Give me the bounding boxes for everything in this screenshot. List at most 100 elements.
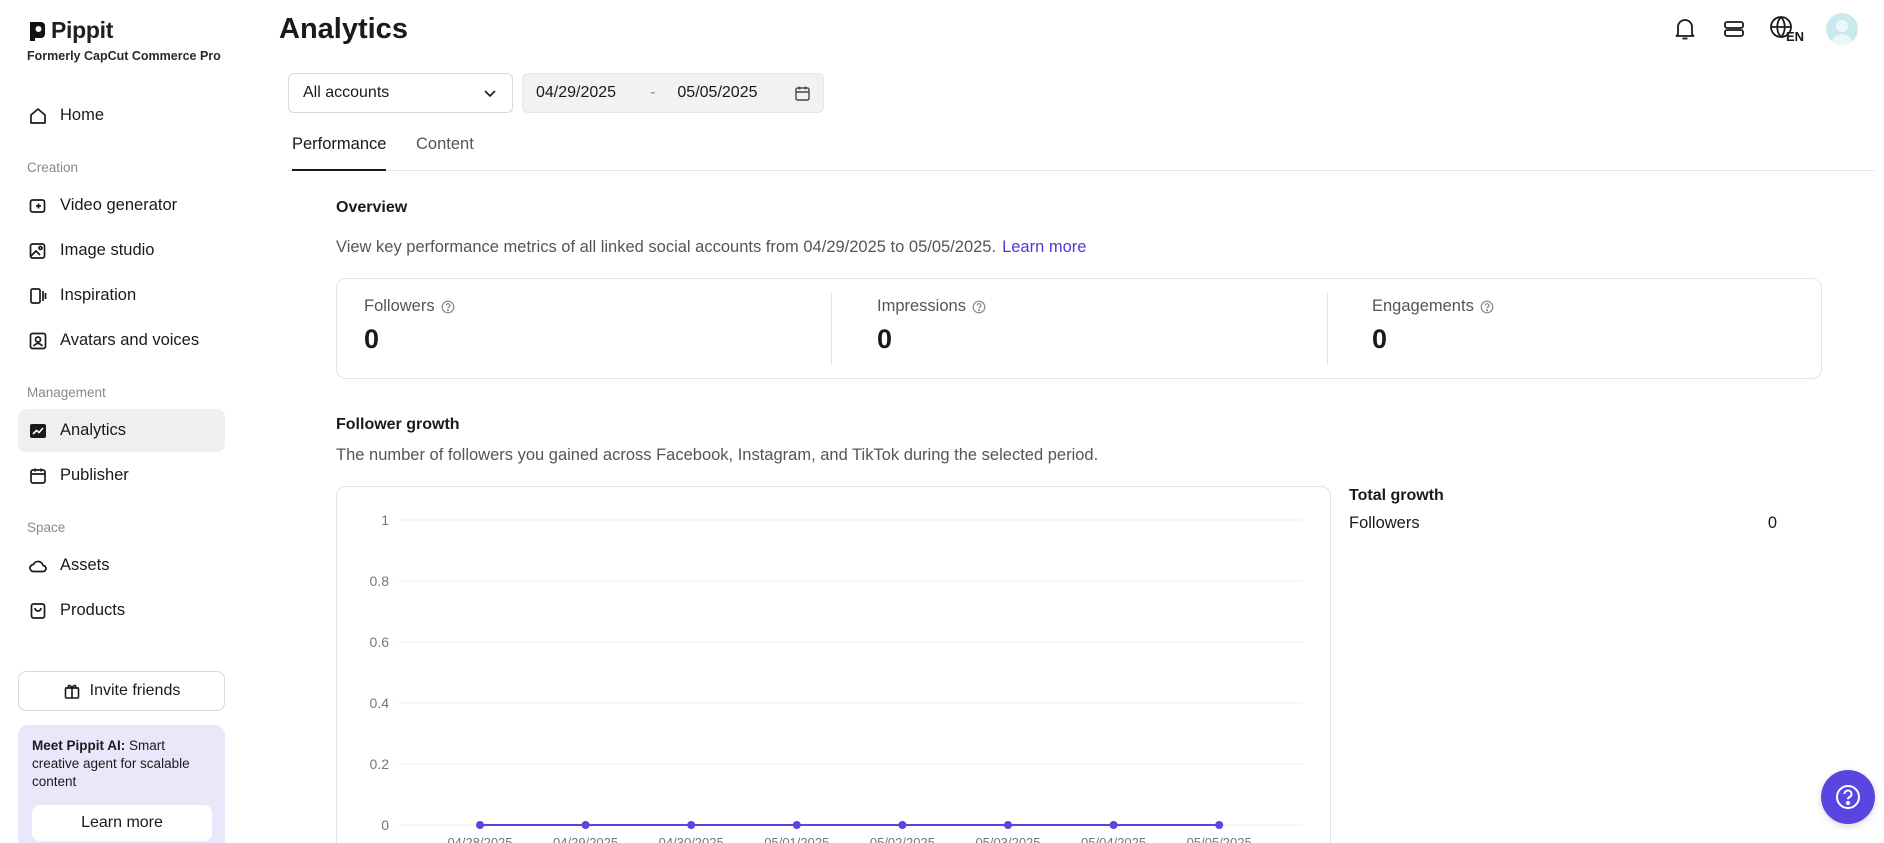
notifications-button[interactable]: [1671, 15, 1699, 43]
sidebar-item-label: Assets: [60, 556, 110, 574]
stack-icon: [1724, 21, 1744, 37]
data-point: [1109, 821, 1118, 829]
sidebar-item-publisher[interactable]: Publisher: [18, 454, 225, 497]
sidebar-item-home[interactable]: Home: [18, 94, 225, 137]
cloud-icon: [29, 560, 47, 572]
y-tick-label: 0.4: [370, 695, 390, 711]
chart-icon: [30, 423, 46, 438]
date-end[interactable]: 05/05/2025: [677, 84, 757, 102]
sidebar-item-label: Publisher: [60, 466, 129, 484]
data-point: [898, 821, 907, 829]
sidebar-item-analytics[interactable]: Analytics: [18, 409, 225, 452]
data-point: [1004, 821, 1012, 829]
calendar-icon: [795, 86, 810, 101]
data-point: [476, 821, 484, 829]
y-tick-label: 0.6: [370, 634, 390, 650]
video-plus-icon: [29, 198, 46, 213]
y-tick-label: 0.8: [370, 573, 390, 589]
tab-performance[interactable]: Performance: [292, 134, 387, 171]
x-tick-label: 05/02/2025: [870, 835, 935, 843]
question-icon: [1836, 785, 1860, 809]
x-tick-label: 05/05/2025: [1187, 835, 1252, 843]
top-toolbar: EN: [1671, 13, 1858, 45]
account-select-value: All accounts: [303, 84, 390, 101]
language-code: EN: [1786, 29, 1805, 44]
sidebar-item-inspiration[interactable]: Inspiration: [18, 274, 225, 317]
follower-growth-chart-svg: 1 0.8 0.6 0.4 0.2 0 04/28/2025 04/29/2025 04/30/…: [370, 512, 1302, 843]
date-range-picker[interactable]: 04/29/2025 - 05/05/2025: [522, 73, 824, 113]
credits-button[interactable]: [1720, 15, 1748, 43]
brand-name: Pippit: [51, 17, 114, 43]
app-root: Pippit Formerly CapCut Commerce Pro Home…: [0, 0, 1884, 843]
logo[interactable]: Pippit: [27, 17, 113, 44]
help-circle-icon[interactable]: [972, 300, 986, 314]
tabs: Performance Content: [288, 134, 1874, 171]
y-tick-label: 0.2: [370, 756, 390, 772]
x-tick-label: 04/29/2025: [553, 835, 618, 843]
stat-label-text: Engagements: [1372, 297, 1474, 315]
total-growth-label: Followers: [1349, 514, 1420, 532]
x-tick-label: 05/01/2025: [764, 835, 829, 843]
stat-divider: [1327, 293, 1328, 365]
stat-followers: Followers 0: [364, 297, 455, 355]
stat-label: Followers: [364, 297, 455, 316]
sidebar-item-avatars-voices[interactable]: Avatars and voices: [18, 319, 225, 362]
help-button[interactable]: [1821, 770, 1875, 824]
section-space: Space: [27, 520, 66, 535]
y-tick-label: 1: [381, 512, 389, 528]
stat-engagements: Engagements 0: [1372, 297, 1494, 355]
calendar-icon: [30, 468, 46, 484]
stat-value: 0: [1372, 324, 1388, 354]
sidebar-item-products[interactable]: Products: [18, 589, 225, 632]
overview-title: Overview: [336, 199, 408, 216]
sidebar-item-label: Products: [60, 601, 126, 619]
x-tick-label: 04/28/2025: [447, 835, 512, 843]
sidebar-item-assets[interactable]: Assets: [18, 544, 225, 587]
stat-impressions: Impressions 0: [877, 297, 986, 355]
stat-divider: [831, 293, 832, 365]
stat-label: Impressions: [877, 297, 986, 316]
data-point: [581, 821, 590, 829]
tab-content[interactable]: Content: [416, 134, 474, 171]
user-avatar[interactable]: [1826, 13, 1858, 45]
page-title: Analytics: [279, 13, 408, 45]
sidebar-item-label: Analytics: [60, 421, 127, 439]
bell-icon: [1675, 19, 1695, 40]
language-button[interactable]: EN: [1769, 15, 1805, 44]
avatar-icon: [29, 332, 47, 349]
x-tick-label: 05/04/2025: [1081, 835, 1146, 843]
sidebar-item-label: Video generator: [60, 196, 178, 214]
home-icon: [30, 107, 46, 124]
promo-card: Meet Pippit AI: Smart creative agent for…: [18, 725, 225, 843]
y-tick-label: 0: [381, 817, 389, 833]
promo-text: Meet Pippit AI: Smart creative agent for…: [32, 737, 211, 791]
overview-description-text: View key performance metrics of all link…: [336, 238, 997, 256]
promo-bold: Meet Pippit AI:: [32, 738, 126, 753]
total-growth-row: Followers 0: [1349, 514, 1777, 533]
stat-label: Engagements: [1372, 297, 1494, 316]
total-growth-title: Total growth: [1349, 487, 1444, 504]
follower-growth-title: Follower growth: [336, 416, 460, 433]
section-management: Management: [27, 385, 106, 400]
chevron-down-icon: [484, 90, 496, 98]
image-edit-icon: [29, 242, 46, 259]
promo-learn-more-button[interactable]: Learn more: [32, 805, 212, 841]
date-start[interactable]: 04/29/2025: [536, 84, 616, 102]
help-circle-icon[interactable]: [441, 300, 455, 314]
invite-friends-button[interactable]: Invite friends: [18, 671, 225, 711]
sidebar: Pippit Formerly CapCut Commerce Pro Home…: [0, 0, 240, 843]
total-growth-value: 0: [1767, 514, 1777, 532]
stat-label-text: Impressions: [877, 297, 966, 315]
account-select[interactable]: All accounts: [288, 73, 513, 113]
learn-more-link[interactable]: Learn more: [1002, 238, 1086, 256]
brand-subtitle: Formerly CapCut Commerce Pro: [27, 49, 221, 63]
help-circle-icon[interactable]: [1480, 300, 1494, 314]
bag-icon: [30, 602, 46, 619]
sidebar-item-label: Home: [60, 106, 105, 124]
stats-card: Followers 0 Impressions 0 Engagements 0: [336, 278, 1822, 379]
sidebar-item-image-studio[interactable]: Image studio: [18, 229, 225, 272]
inspiration-icon: [30, 287, 47, 304]
sidebar-item-video-generator[interactable]: Video generator: [18, 184, 225, 227]
sidebar-item-label: Image studio: [60, 241, 155, 259]
sidebar-item-label: Avatars and voices: [60, 331, 200, 349]
